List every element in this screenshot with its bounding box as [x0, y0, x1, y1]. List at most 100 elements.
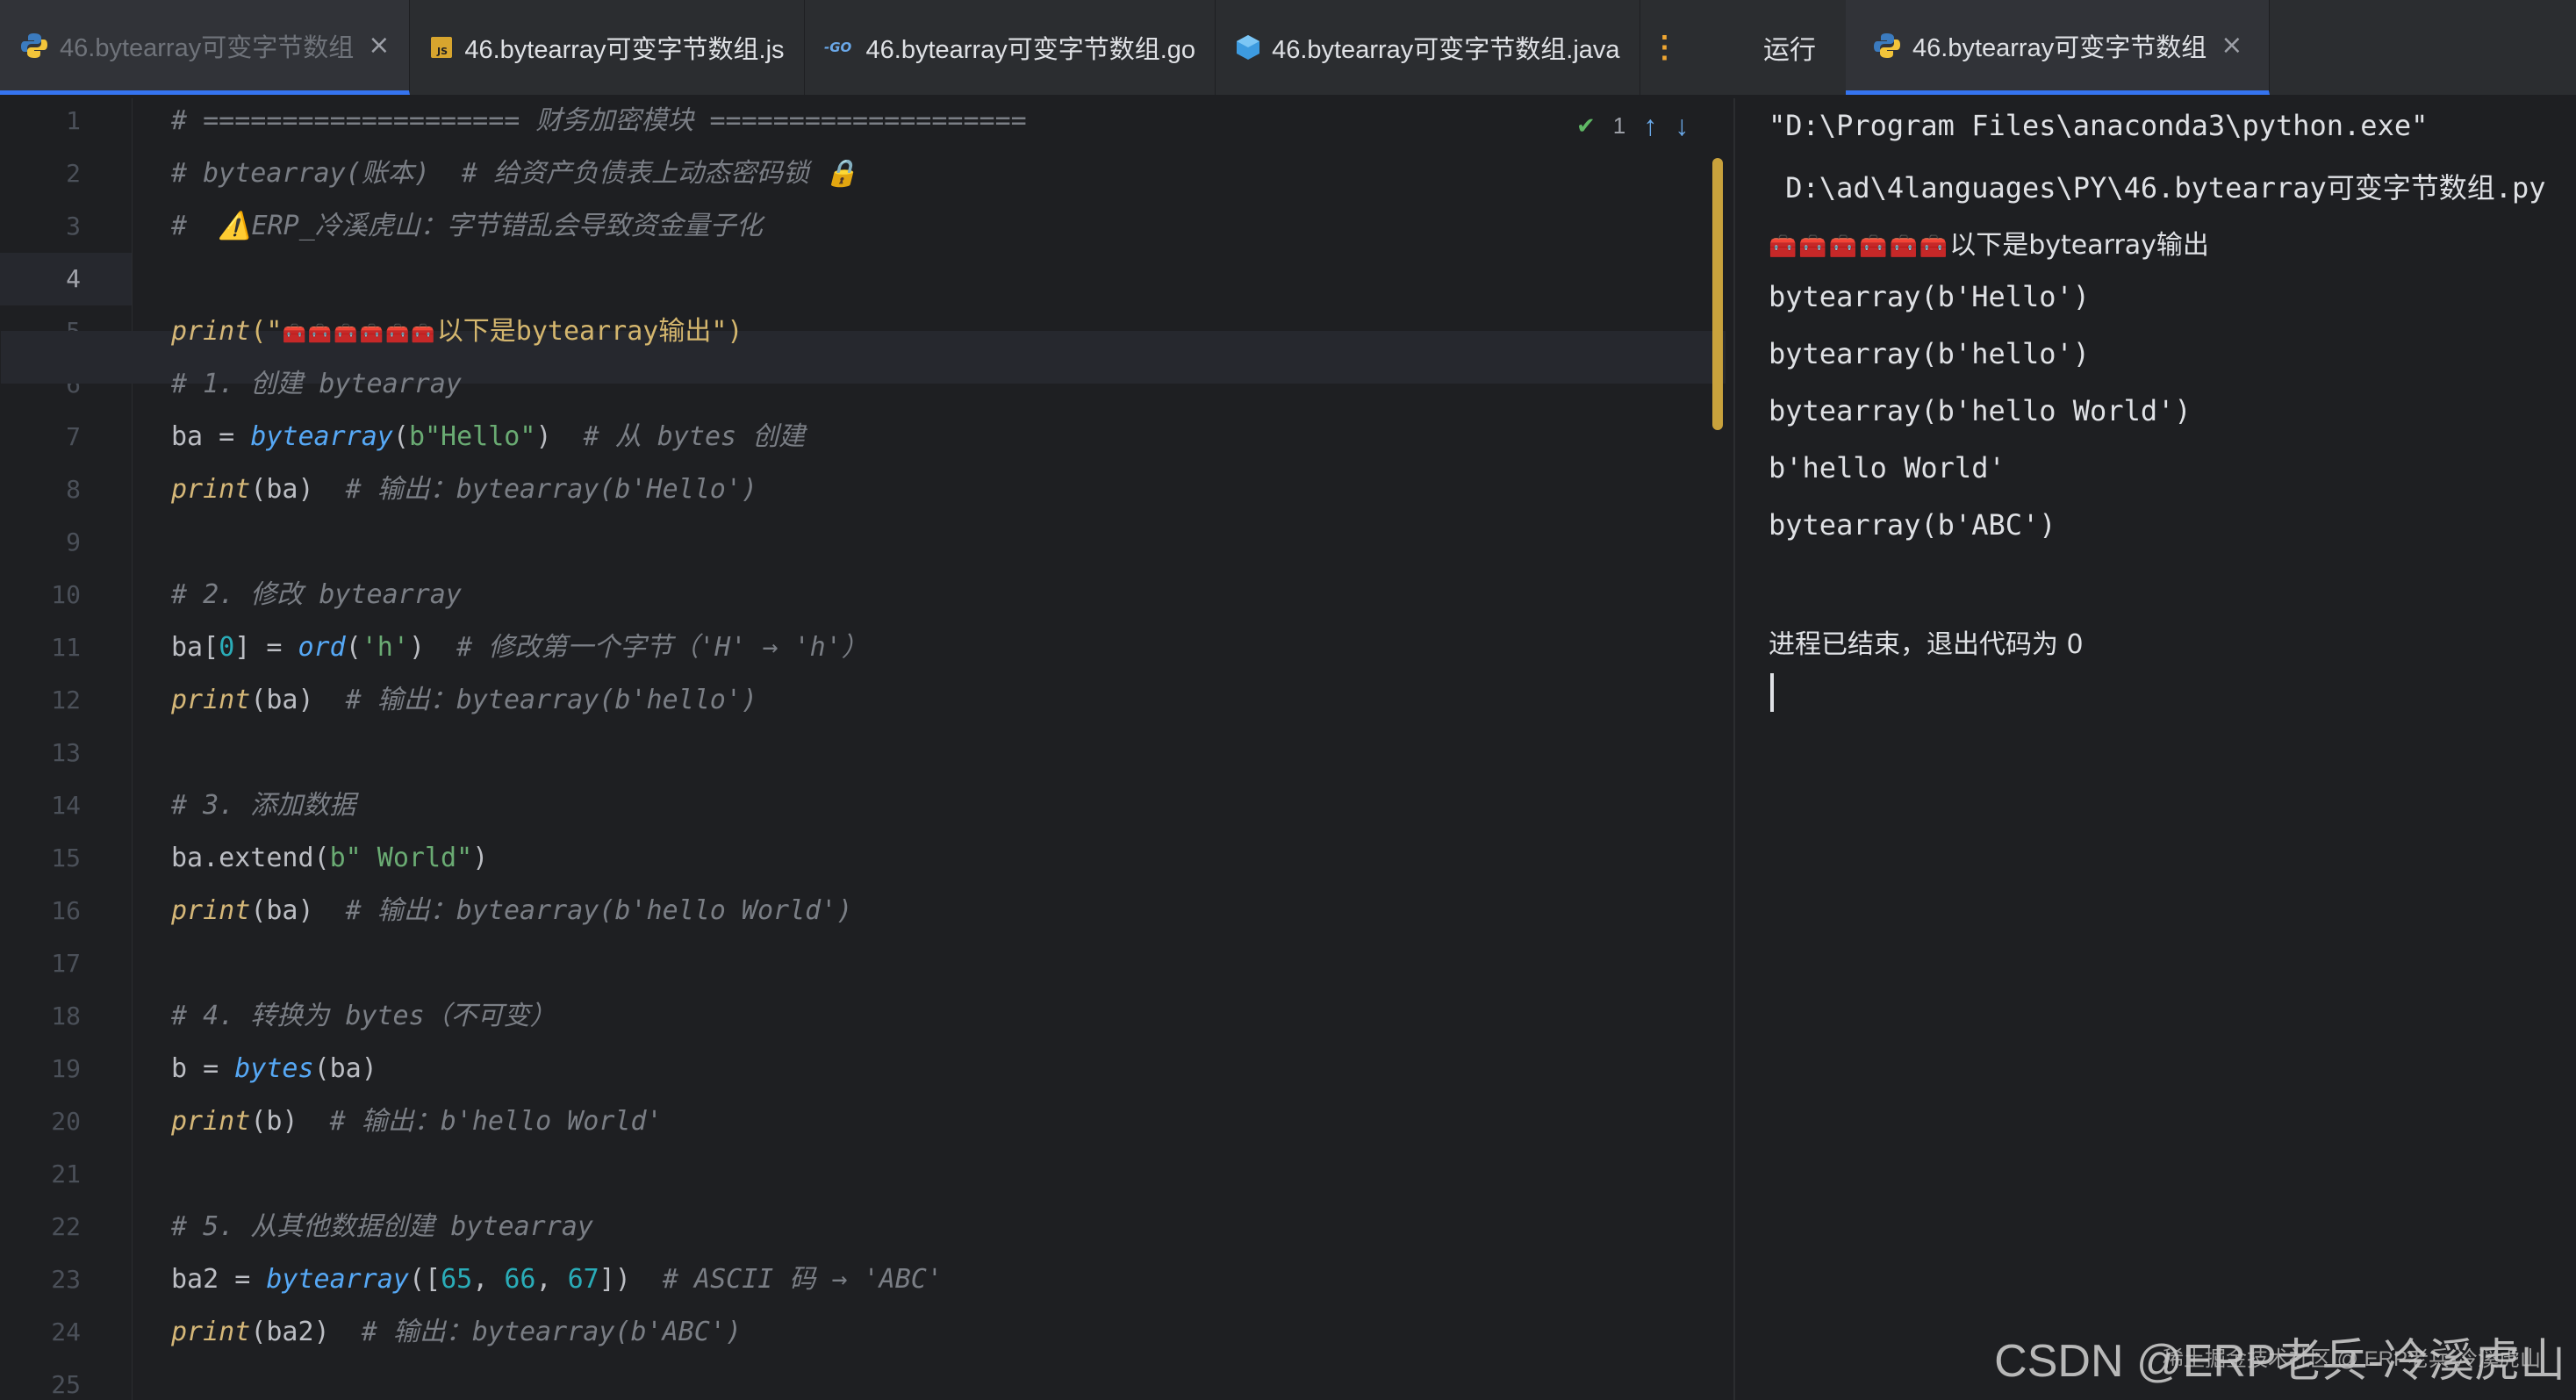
- code-line-16: print(ba) # 输出：bytearray(b'hello World'): [171, 895, 853, 926]
- ide-window: 46.bytearray可变字节数组 × JS 46.bytearray可变字节…: [0, 0, 2576, 1400]
- code-token: # 修改第一个字节（'H' → 'h'）: [425, 632, 868, 663]
- inspection-widget[interactable]: ✔ 1 ↑ ↓: [1576, 110, 1689, 142]
- line-number: 2: [66, 159, 81, 188]
- code-token: ba[: [171, 632, 219, 663]
- arrow-up-icon[interactable]: ↑: [1643, 110, 1657, 142]
- svg-text:JS: JS: [436, 46, 448, 57]
- code-line-14: # 3. 添加数据: [171, 790, 356, 821]
- code-line-24: print(ba2) # 输出：bytearray(b'ABC'): [171, 1317, 742, 1347]
- output-line: bytearray(b'hello'): [1769, 337, 2091, 370]
- svg-text:-GO: -GO: [824, 39, 852, 55]
- line-number: 10: [51, 580, 81, 609]
- watermark: CSDN @ERP老兵-冷溪虎山: [1994, 1336, 2565, 1387]
- line-number: 14: [51, 791, 81, 820]
- code-token: bytes: [234, 1053, 314, 1084]
- line-number: 25: [51, 1370, 81, 1399]
- code-line-1: # ==================== 财务加密模块 ==========…: [171, 105, 1027, 136]
- code-editor[interactable]: # ==================== 财务加密模块 ==========…: [1, 98, 1726, 1400]
- line-number: 9: [66, 528, 81, 556]
- output-line: bytearray(b'Hello'): [1769, 280, 2091, 313]
- code-token: # 输出：b'hello World': [298, 1106, 663, 1137]
- code-token: 67: [567, 1264, 599, 1295]
- code-token: ba: [329, 1053, 362, 1084]
- tab-js-file[interactable]: JS 46.bytearray可变字节数组.js: [410, 0, 805, 95]
- code-token: ba: [266, 474, 298, 505]
- line-number: 22: [51, 1212, 81, 1241]
- python-icon: [1872, 31, 1902, 61]
- code-token: (": [250, 316, 283, 347]
- line-number: 1: [66, 106, 81, 135]
- code-token: 以下是bytearray输出: [436, 316, 712, 347]
- run-output-console[interactable]: "D:\Program Files\anaconda3\python.exe" …: [1733, 98, 2576, 1400]
- close-icon[interactable]: ×: [368, 30, 390, 61]
- code-token: =: [203, 421, 251, 452]
- tab-go-file[interactable]: -GO 46.bytearray可变字节数组.go: [805, 0, 1216, 95]
- line-number: 15: [51, 844, 81, 872]
- line-number: 24: [51, 1317, 81, 1346]
- output-line: bytearray(b'ABC'): [1769, 508, 2056, 542]
- code-token: ba2: [266, 1317, 314, 1347]
- code-token: b: [171, 1053, 188, 1084]
- code-token: 66: [504, 1264, 536, 1295]
- output-header-text: 以下是bytearray输出: [1949, 230, 2209, 261]
- line-number: 21: [51, 1159, 81, 1188]
- code-token: # ASCII 码 → 'ABC': [630, 1264, 943, 1295]
- js-file-icon: JS: [429, 35, 454, 60]
- code-line-2: # bytearray(账本) # 给资产负债表上动态密码锁 🔒: [171, 158, 858, 189]
- code-line-20: print(b) # 输出：b'hello World': [171, 1106, 663, 1137]
- code-token: ba: [266, 685, 298, 715]
- python-icon: [19, 31, 49, 61]
- line-number: 19: [51, 1054, 81, 1083]
- run-tab-bar: 运行 46.bytearray可变字节数组 ×: [1733, 0, 2576, 97]
- code-token: ba: [171, 843, 204, 873]
- code-token: b: [266, 1106, 283, 1137]
- code-line-11: ba[0] = ord('h') # 修改第一个字节（'H' → 'h'）: [171, 632, 868, 663]
- code-line-23: ba2 = bytearray([65, 66, 67]) # ASCII 码 …: [171, 1264, 943, 1295]
- toolbox-emoji-row: 🧰🧰🧰🧰🧰🧰: [282, 323, 437, 345]
- more-tabs-icon[interactable]: ⋮: [1640, 0, 1690, 95]
- run-panel-title: 运行: [1763, 36, 1816, 65]
- code-token: print: [171, 685, 251, 715]
- code-token: "): [711, 316, 743, 347]
- output-command-line: D:\ad\4languages\PY\46.bytearray可变字节数组.p…: [1769, 171, 2546, 205]
- code-token: print: [171, 474, 251, 505]
- code-line-18: # 4. 转换为 bytes（不可变）: [171, 1001, 556, 1031]
- close-icon[interactable]: ×: [2221, 30, 2242, 61]
- code-token: # 输出：bytearray(b'Hello'): [313, 474, 757, 505]
- tab-label: 46.bytearray可变字节数组.go: [865, 36, 1196, 64]
- line-number: 17: [51, 949, 81, 978]
- editor-tab-bar: 46.bytearray可变字节数组 × JS 46.bytearray可变字节…: [0, 0, 1733, 97]
- line-number: 4: [0, 253, 132, 305]
- code-line-15: ba.extend(b" World"): [171, 843, 489, 873]
- code-line-19: b = bytes(ba): [171, 1053, 377, 1084]
- line-number: 7: [66, 422, 81, 451]
- code-line-5: print("🧰🧰🧰🧰🧰🧰以下是bytearray输出"): [171, 305, 743, 358]
- code-token: ba: [266, 895, 298, 926]
- tab-java-file[interactable]: 46.bytearray可变字节数组.java: [1216, 0, 1640, 95]
- output-command-line: "D:\Program Files\anaconda3\python.exe": [1769, 109, 2429, 142]
- line-number: 8: [66, 475, 81, 504]
- tab-label: 46.bytearray可变字节数组.java: [1272, 36, 1620, 64]
- line-number: 13: [51, 738, 81, 767]
- code-line-3: # ⚠️ERP_冷溪虎山：字节错乱会导致资金量子化: [171, 211, 763, 241]
- line-number-gutter: 1 2 3 4 5 6 7 8 9 10 11 12 13 14 15 16 1…: [0, 98, 132, 1400]
- code-token: # 从 bytes 创建: [551, 421, 806, 452]
- line-number: 12: [51, 686, 81, 714]
- code-token: 0: [219, 632, 235, 663]
- toolbox-emoji-row: 🧰🧰🧰🧰🧰🧰: [1769, 233, 1950, 260]
- code-token: print: [171, 895, 251, 926]
- tab-label: 46.bytearray可变字节数组: [1912, 33, 2207, 62]
- inspection-count: 1: [1612, 112, 1626, 139]
- code-token: bytearray: [266, 1264, 409, 1295]
- tab-python-file[interactable]: 46.bytearray可变字节数组 ×: [0, 0, 411, 95]
- code-token: print: [171, 316, 251, 347]
- arrow-down-icon[interactable]: ↓: [1675, 110, 1689, 142]
- code-line-7: ba = bytearray(b"Hello") # 从 bytes 创建: [171, 421, 806, 452]
- tab-run-config[interactable]: 46.bytearray可变字节数组 ×: [1846, 0, 2271, 95]
- tab-label: 46.bytearray可变字节数组: [60, 33, 355, 62]
- tab-label: 46.bytearray可变字节数组.js: [464, 36, 785, 64]
- code-token: ] =: [234, 632, 298, 663]
- text-cursor: [1770, 673, 1774, 712]
- line-number: 20: [51, 1107, 81, 1136]
- editor-scrollbar-thumb[interactable]: [1712, 158, 1723, 430]
